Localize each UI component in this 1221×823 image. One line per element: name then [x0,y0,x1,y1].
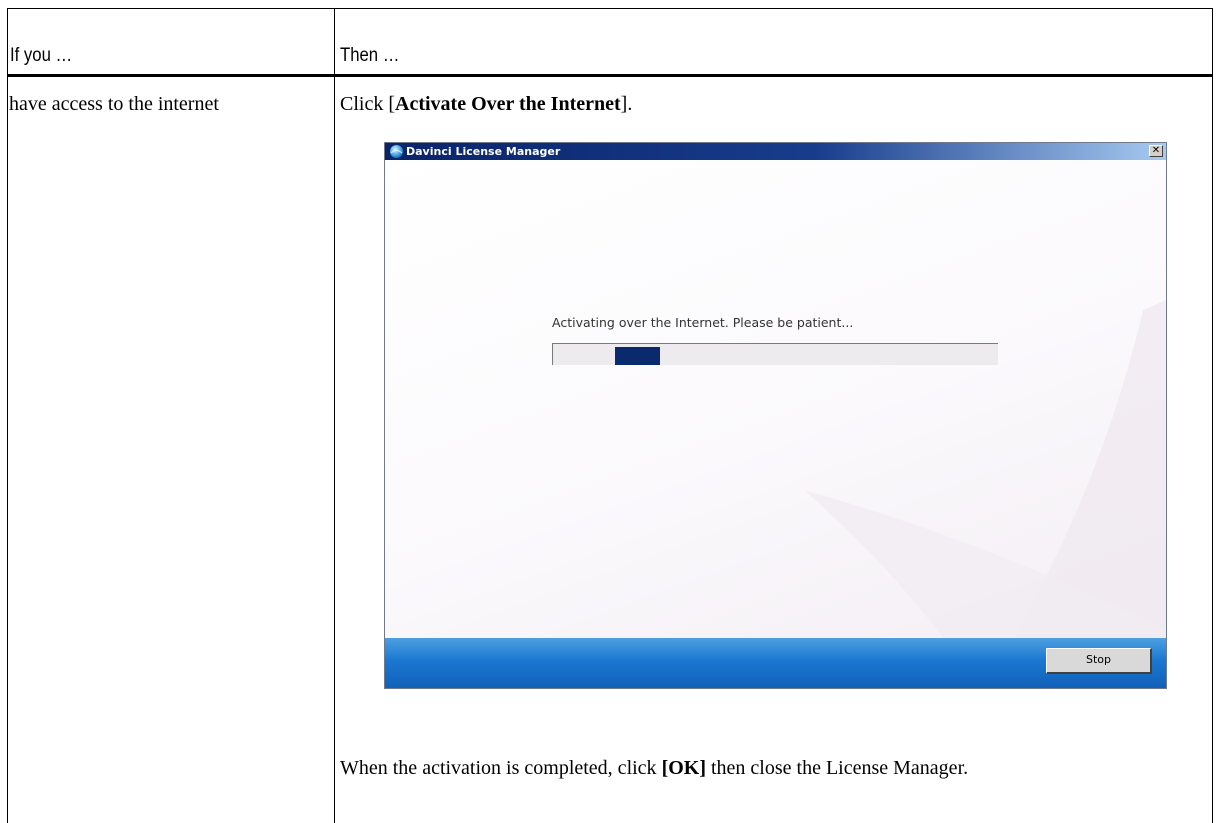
dialog-body: Activating over the Internet. Please be … [385,160,1166,638]
table-header-row: If you … Then … [8,9,1212,77]
dialog-footer: Stop [385,638,1166,688]
close-icon[interactable]: ✕ [1149,145,1163,157]
followup-bold: [OK] [661,757,706,779]
header-if-you: If you … [10,45,73,66]
dialog-title: Davinci License Manager [406,145,561,158]
app-globe-icon [390,145,403,158]
progress-indicator [615,347,661,365]
activation-status-text: Activating over the Internet. Please be … [552,315,854,330]
column-divider [334,9,335,823]
followup-prefix: When the activation is completed, click [340,757,662,779]
header-then: Then … [340,45,400,66]
followup-text: When the activation is completed, click … [340,757,968,780]
stop-button[interactable]: Stop [1046,648,1152,674]
license-manager-dialog: Davinci License Manager ✕ Activating ove… [384,142,1167,689]
instruction-suffix: ]. [620,93,633,115]
background-swoosh [803,300,1166,638]
instruction-prefix: Click [ [340,93,395,115]
dialog-titlebar[interactable]: Davinci License Manager ✕ [385,143,1166,160]
condition-text: have access to the internet [9,93,219,115]
instruction-text: Click [Activate Over the Internet]. [340,93,632,116]
activation-progress-bar [552,343,998,365]
followup-suffix: then close the License Manager. [706,757,969,779]
instruction-bold: Activate Over the Internet [395,93,621,115]
